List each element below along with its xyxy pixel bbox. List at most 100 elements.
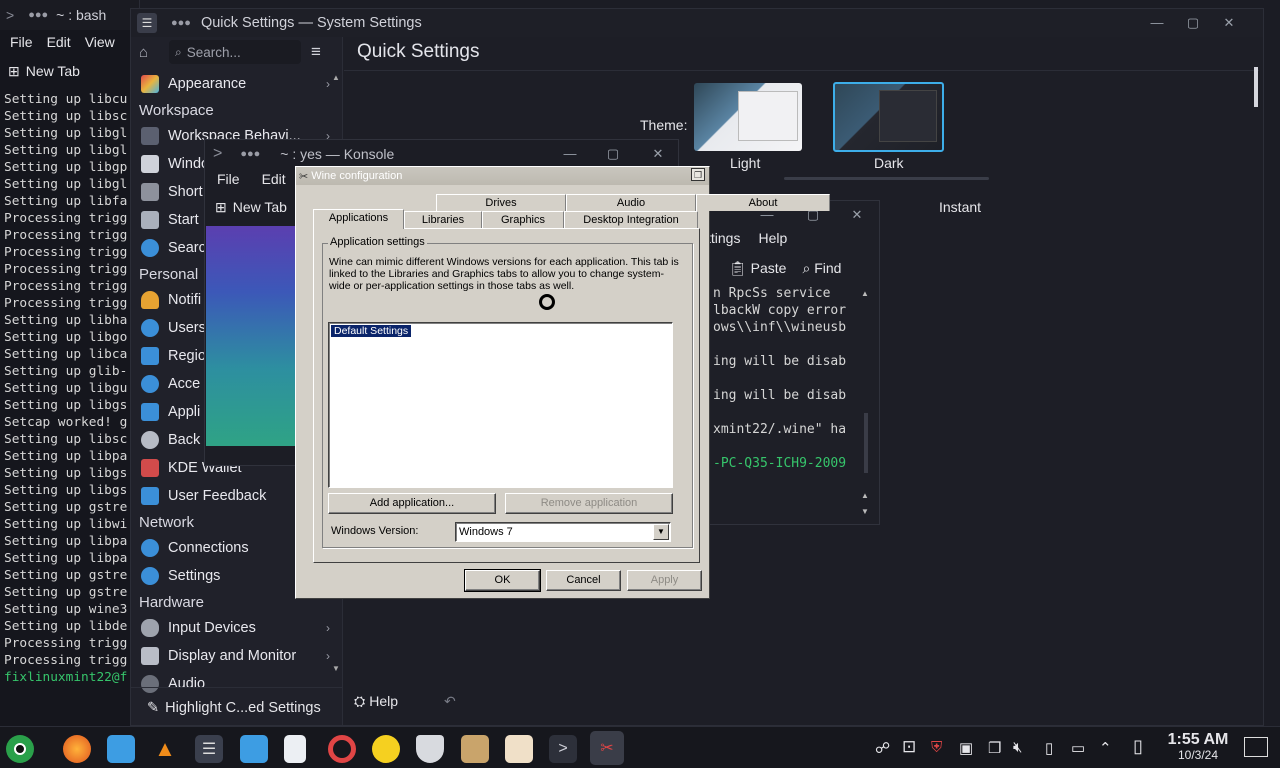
expand-tray-arrow-icon[interactable]: ⌃ [1099, 739, 1112, 757]
vlc-icon[interactable]: ▲ [151, 735, 179, 763]
volume-muted-icon[interactable]: 🔇︎ [1013, 739, 1022, 756]
terminal-line: Setting up libha [4, 313, 128, 328]
sidebar-item-label: Input Devices [168, 620, 256, 636]
app-tray-icon[interactable]: ⊡ [902, 737, 916, 757]
appearance-icon [141, 75, 159, 93]
menu-edit[interactable]: Edit [47, 34, 71, 50]
maximize-button[interactable]: ▢ [603, 144, 623, 164]
maximize-button[interactable]: ▢ [1183, 13, 1203, 33]
show-desktop-icon[interactable] [1244, 737, 1268, 757]
sidebar-item-label: Display and Monitor [168, 648, 297, 664]
wine-config-icon[interactable]: ✂ [590, 731, 624, 765]
firefox-icon[interactable] [63, 735, 91, 763]
scroll-up-arrow-icon[interactable]: ▲ [861, 491, 869, 500]
sidebar-item-label: Notifi [168, 292, 202, 308]
cancel-button[interactable]: Cancel [546, 570, 621, 591]
archive-manager-icon[interactable] [461, 735, 489, 763]
close-button[interactable]: ✕ [1219, 13, 1239, 33]
main-scrollbar[interactable] [1254, 67, 1258, 107]
theme-dark-option[interactable] [833, 82, 944, 152]
list-item[interactable]: Default Settings [329, 324, 413, 338]
menu-settings[interactable]: ttings [707, 230, 740, 246]
restore-icon[interactable]: ❐ [691, 168, 705, 181]
clock[interactable]: 1:55 AM 10/3/24 [1160, 731, 1236, 762]
minimize-button[interactable]: — [560, 144, 580, 164]
home-icon[interactable]: ⌂ [139, 44, 165, 61]
menu-file[interactable]: File [217, 171, 240, 187]
windows-version-select[interactable]: Windows 7 ▼ [455, 522, 671, 542]
tab-applications[interactable]: Applications [313, 209, 404, 229]
scroll-up-arrow-icon[interactable]: ▲ [332, 73, 340, 82]
reset-icon[interactable]: ↶ [444, 693, 456, 710]
sidebar-item-display-monitor[interactable]: Display and Monitor › [131, 642, 342, 670]
new-tab-button[interactable]: New Tab [233, 199, 287, 215]
apply-button[interactable]: Apply [627, 570, 702, 591]
theme-light-option[interactable] [694, 83, 802, 151]
help-button[interactable]: ⛭ Help [354, 689, 398, 713]
scroll-thumb[interactable] [864, 413, 868, 473]
scroll-down-arrow-icon[interactable]: ▼ [861, 507, 869, 516]
clock-date: 10/3/24 [1177, 748, 1219, 762]
terminal-output[interactable]: Setting up libcu Setting up libsc Setting … [0, 88, 139, 689]
ok-button[interactable]: OK [464, 569, 541, 592]
find-button[interactable]: ⌕ Find [802, 260, 841, 277]
sidebar-item-appearance[interactable]: Appearance › [131, 70, 342, 98]
group-label: Application settings [328, 236, 427, 248]
terminal-gradient-background[interactable] [206, 226, 296, 446]
kde-connect-icon[interactable]: ☍ [875, 739, 890, 757]
scroll-down-arrow-icon[interactable]: ▼ [332, 664, 340, 673]
display-config-icon[interactable]: ▭ [1071, 739, 1085, 757]
battery-icon[interactable]: ▯ [1045, 739, 1053, 757]
tab-desktop-integration[interactable]: Desktop Integration [564, 211, 698, 228]
discover-icon[interactable] [240, 735, 268, 763]
tab-libraries[interactable]: Libraries [404, 211, 482, 228]
terminal-line: Setting up libde [4, 619, 128, 634]
sidebar-item-label: Connections [168, 540, 249, 556]
tab-drives[interactable]: Drives [436, 194, 566, 211]
sidebar-item-input-devices[interactable]: Input Devices › [131, 614, 342, 642]
hamburger-menu-icon[interactable]: ≡ [311, 42, 321, 62]
menu-view[interactable]: View [85, 34, 115, 50]
dropdown-arrow-icon[interactable]: ▼ [653, 524, 669, 540]
globe-icon [141, 567, 159, 585]
konsole-icon[interactable]: > [549, 735, 577, 763]
application-list[interactable]: Default Settings [328, 322, 673, 488]
tab-graphics[interactable]: Graphics [482, 211, 564, 228]
menu-file[interactable]: File [10, 34, 33, 50]
terminal-line: Processing trigg [4, 211, 128, 226]
pacman-game-icon[interactable] [372, 735, 400, 763]
animation-speed-slider[interactable] [784, 177, 989, 180]
system-settings-icon[interactable]: ☰ [195, 735, 223, 763]
eye-viewer-icon[interactable] [505, 735, 533, 763]
remove-application-button[interactable]: Remove application [505, 493, 673, 514]
search-input[interactable]: ⌕ Search... [169, 40, 301, 64]
menu-help[interactable]: Help [758, 230, 787, 246]
keyboard-icon [141, 183, 159, 201]
terminal-output[interactable]: n RpcSs service lbackW copy error ows\\inf… [691, 285, 879, 472]
add-application-button[interactable]: Add application... [328, 493, 496, 514]
scroll-up-arrow-icon[interactable]: ▲ [861, 289, 869, 298]
shield-tray-icon[interactable]: ⛨ [931, 739, 942, 756]
phone-icon[interactable]: ▯ [1133, 736, 1143, 757]
menu-edit[interactable]: Edit [262, 171, 286, 187]
close-button[interactable]: ✕ [648, 144, 668, 164]
notes-tray-icon[interactable]: ▣ [959, 739, 973, 757]
close-button[interactable]: ✕ [847, 205, 867, 225]
wallet-icon [141, 459, 159, 477]
help-lifebuoy-icon[interactable] [328, 735, 356, 763]
new-tab-button[interactable]: New Tab [26, 63, 80, 79]
paste-button[interactable]: 📋︎ Paste [729, 260, 786, 277]
terminal-line: Setting up libcu [4, 92, 128, 107]
tab-audio[interactable]: Audio [566, 194, 696, 211]
tab-about[interactable]: About [696, 194, 830, 211]
file-manager-icon[interactable] [107, 735, 135, 763]
terminal-scrollbar[interactable]: ▲ ▲ ▼ [861, 289, 873, 519]
minimize-button[interactable]: — [1147, 13, 1167, 33]
security-shield-icon[interactable] [416, 735, 444, 763]
application-launcher-icon[interactable] [6, 735, 34, 763]
text-editor-icon[interactable] [284, 735, 306, 763]
clipboard-tray-icon[interactable]: ❐ [988, 739, 1001, 757]
highlight-changed-settings-button[interactable]: ✎ Highlight C...ed Settings [131, 687, 343, 725]
